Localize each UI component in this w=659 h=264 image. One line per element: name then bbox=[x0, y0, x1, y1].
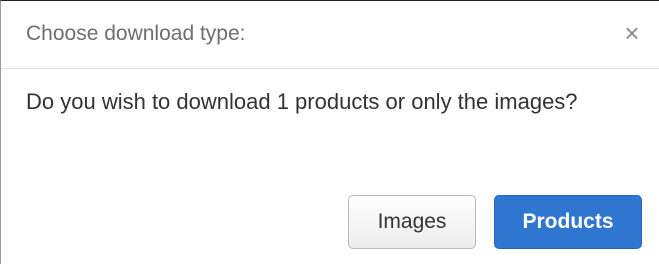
dialog-footer: Images Products bbox=[1, 181, 659, 264]
download-type-dialog: Choose download type: × Do you wish to d… bbox=[0, 0, 659, 264]
dialog-header: Choose download type: × bbox=[1, 1, 659, 69]
close-icon[interactable]: × bbox=[618, 19, 646, 47]
dialog-message: Do you wish to download 1 products or on… bbox=[26, 89, 578, 114]
images-button[interactable]: Images bbox=[348, 195, 476, 249]
products-button[interactable]: Products bbox=[494, 195, 642, 249]
dialog-title: Choose download type: bbox=[26, 22, 246, 45]
